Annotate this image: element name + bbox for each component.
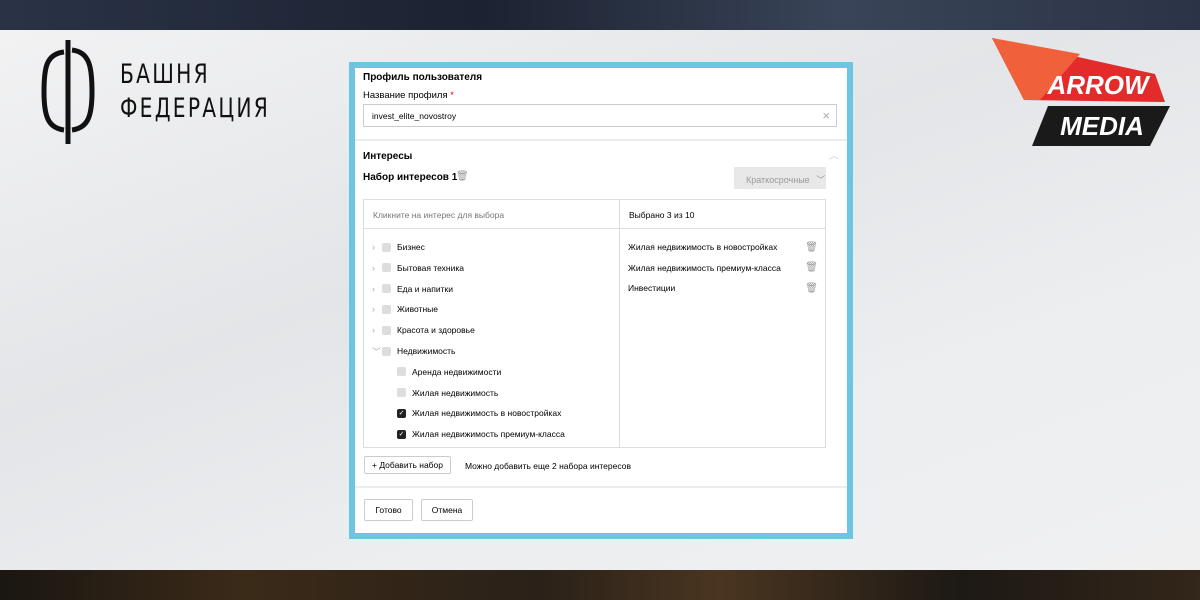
available-header: Кликните на интерес для выбора [364, 200, 619, 229]
checkbox[interactable] [382, 304, 391, 314]
logo-line2: ФЕДЕРАЦИЯ [120, 93, 271, 124]
selected-header: Выбрано 3 из 10 [619, 200, 825, 229]
profile-dialog: Профиль пользователя Название профиля * … [349, 62, 853, 539]
category-label: Недвижимость [397, 346, 456, 356]
subcategory-label: Жилая недвижимость [412, 387, 499, 398]
logo-bashnya-federatsiya: БАШНЯ ФЕДЕРАЦИЯ [40, 38, 320, 146]
cancel-button[interactable]: Отмена [421, 499, 473, 521]
selected-label: Жилая недвижимость в новостройках [628, 242, 778, 252]
checkbox[interactable] [382, 346, 391, 356]
checkbox[interactable]: ✓ [397, 408, 406, 418]
checkbox[interactable] [397, 388, 406, 398]
logo-line1: БАШНЯ [120, 59, 210, 90]
svg-text:ARROW: ARROW [1046, 70, 1151, 100]
delete-set-icon[interactable]: 🗑 [456, 171, 469, 182]
checkbox[interactable] [397, 367, 406, 377]
interests-heading: Интересы [363, 151, 413, 162]
chevron-right-icon[interactable]: › [372, 304, 382, 314]
interest-category[interactable]: › Красота и здоровье [372, 323, 475, 337]
background-city [0, 570, 1200, 600]
svg-text:MEDIA: MEDIA [1060, 111, 1144, 141]
trash-icon[interactable]: 🗑 [805, 262, 818, 273]
interest-category[interactable]: ﹀ Недвижимость [372, 344, 455, 358]
trash-icon[interactable]: 🗑 [805, 242, 818, 253]
category-label: Животные [397, 304, 438, 315]
interest-category[interactable]: › Бытовая техника [372, 261, 464, 275]
add-set-hint: Можно добавить еще 2 набора интересов [465, 461, 631, 471]
selected-interest: Жилая недвижимость в новостройках 🗑 [628, 240, 818, 254]
interest-category[interactable]: › Еда и напитки [372, 282, 453, 296]
interest-subcategory[interactable]: ✓ Жилая недвижимость в новостройках [397, 406, 561, 420]
interest-category[interactable]: › Бизнес [372, 240, 425, 254]
profile-name-label: Название профиля * [363, 90, 454, 101]
category-label: Бытовая техника [397, 262, 464, 273]
chevron-right-icon[interactable]: › [372, 325, 382, 335]
subcategory-label: Аренда недвижимости [412, 366, 502, 377]
interest-subcategory[interactable]: Аренда недвижимости [397, 365, 501, 379]
checkbox[interactable] [382, 263, 391, 273]
interest-subcategory[interactable]: ✓ Жилая недвижимость премиум-класса [397, 427, 565, 441]
selected-interest: Жилая недвижимость премиум-класса 🗑 [628, 261, 818, 275]
selected-label: Жилая недвижимость премиум-класса [628, 262, 781, 273]
chevron-down-icon[interactable]: ﹀ [372, 345, 382, 358]
add-set-button[interactable]: + Добавить набор [364, 456, 451, 474]
subcategory-label: Жилая недвижимость премиум-класса [412, 429, 565, 440]
logo-f-icon [41, 40, 95, 144]
divider [355, 139, 847, 141]
selected-interest: Инвестиции 🗑 [628, 281, 818, 295]
clear-icon[interactable]: × [822, 108, 830, 123]
collapse-icon[interactable]: ︿ [829, 147, 839, 162]
done-button[interactable]: Готово [364, 499, 413, 521]
profile-name-input[interactable]: invest_elite_novostroy × [363, 104, 837, 127]
chevron-right-icon[interactable]: › [372, 263, 382, 273]
term-select[interactable]: Краткосрочные ﹀ [734, 167, 826, 189]
checkbox[interactable] [382, 325, 391, 335]
category-label: Красота и здоровье [397, 325, 475, 336]
dialog-title: Профиль пользователя [363, 72, 483, 83]
chevron-right-icon[interactable]: › [372, 242, 382, 252]
interest-category[interactable]: › Животные [372, 302, 438, 316]
column-separator [619, 200, 620, 447]
chevron-right-icon[interactable]: › [372, 284, 382, 294]
interest-subcategory[interactable]: Жилая недвижимость [397, 386, 498, 400]
divider [355, 486, 847, 488]
checkbox[interactable] [382, 284, 391, 294]
selected-label: Инвестиции [628, 283, 676, 293]
subcategory-label: Жилая недвижимость в новостройках [412, 408, 562, 419]
logo-arrow-media: ARROW MEDIA [992, 38, 1170, 146]
trash-icon[interactable]: 🗑 [805, 283, 818, 294]
category-label: Бизнес [397, 242, 425, 252]
category-label: Еда и напитки [397, 283, 453, 294]
checkbox[interactable] [382, 242, 391, 252]
background-top [0, 0, 1200, 30]
checkbox[interactable]: ✓ [397, 429, 406, 439]
interests-table: Кликните на интерес для выбора Выбрано 3… [363, 199, 826, 448]
interest-set-title: Набор интересов 1 [363, 172, 458, 183]
